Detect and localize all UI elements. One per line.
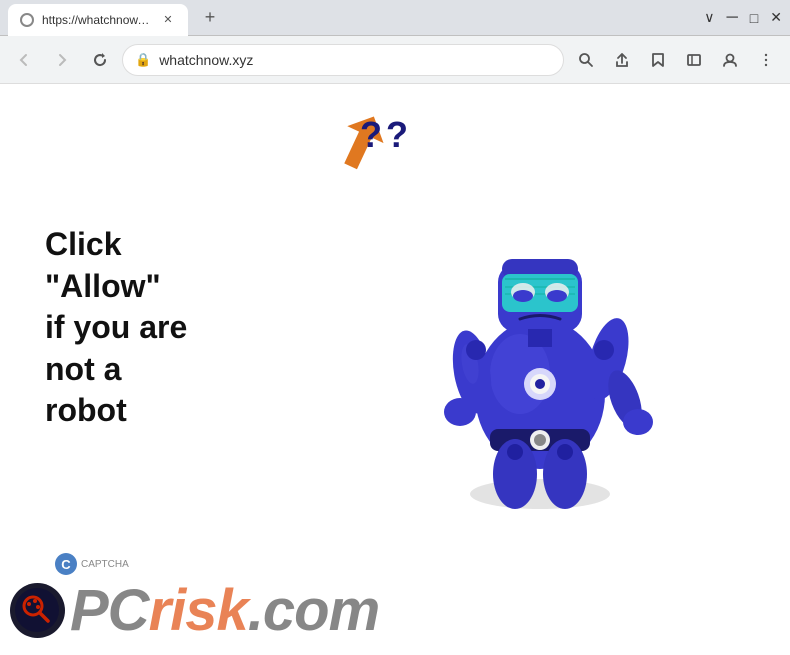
browser-tab[interactable]: https://whatchnow.xyz ✕ (8, 4, 188, 36)
sidebar-icon (686, 52, 702, 68)
maximize-button[interactable]: □ (750, 10, 758, 26)
url-text: whatchnow.xyz (159, 52, 551, 68)
address-bar[interactable]: 🔒 whatchnow.xyz (122, 44, 564, 76)
forward-icon (54, 52, 70, 68)
tab-favicon (20, 13, 34, 27)
pcrisk-text: PCrisk.com (70, 577, 379, 644)
toolbar-right-buttons (570, 44, 782, 76)
profile-button[interactable] (714, 44, 746, 76)
back-button[interactable] (8, 44, 40, 76)
pcrisk-icon (10, 583, 65, 638)
reload-icon (92, 52, 108, 68)
close-button[interactable]: ✕ (770, 9, 782, 26)
search-icon (578, 52, 594, 68)
search-button[interactable] (570, 44, 602, 76)
robot-illustration (390, 104, 710, 524)
sidebar-button[interactable] (678, 44, 710, 76)
lock-icon: 🔒 (135, 52, 151, 68)
browser-toolbar: 🔒 whatchnow.xyz (0, 36, 790, 84)
chevron-down-icon[interactable]: ∨ (704, 9, 714, 26)
window-controls: ∨ ─ □ ✕ (704, 9, 782, 27)
tab-close-button[interactable]: ✕ (160, 12, 176, 28)
main-instruction-text: Click "Allow" if you are not a robot (45, 224, 187, 432)
share-icon (614, 52, 630, 68)
bookmark-button[interactable] (642, 44, 674, 76)
back-icon (16, 52, 32, 68)
robot-svg (390, 104, 690, 514)
forward-button[interactable] (46, 44, 78, 76)
menu-icon (758, 52, 774, 68)
profile-icon (722, 52, 738, 68)
reload-button[interactable] (84, 44, 116, 76)
minimize-button[interactable]: ─ (726, 9, 737, 27)
titlebar: https://whatchnow.xyz ✕ + ∨ ─ □ ✕ (0, 0, 790, 36)
new-tab-button[interactable]: + (196, 4, 224, 32)
bookmark-icon (650, 52, 666, 68)
pcrisk-logo: PCrisk.com (0, 577, 379, 644)
menu-button[interactable] (750, 44, 782, 76)
pcrisk-icon-svg (15, 588, 60, 633)
pcrisk-watermark: PCrisk.com (0, 565, 790, 655)
tab-title: https://whatchnow.xyz (42, 13, 152, 27)
page-content: ?? Click "Allow" if you are not a robot (0, 84, 790, 655)
share-button[interactable] (606, 44, 638, 76)
